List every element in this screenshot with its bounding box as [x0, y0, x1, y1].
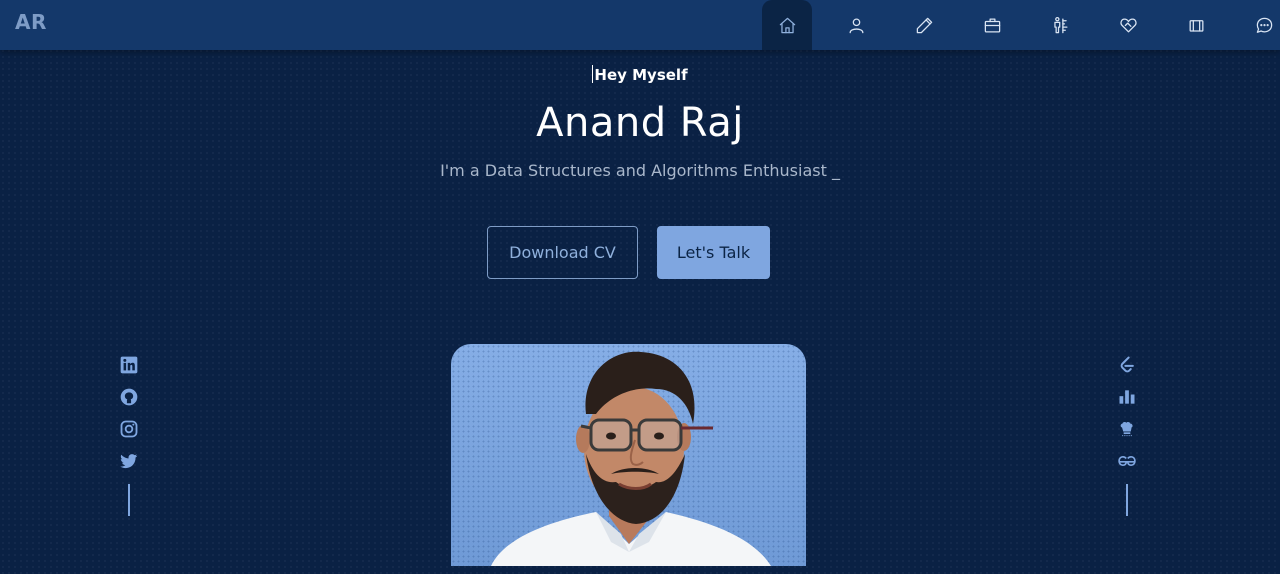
geeksforgeeks-icon[interactable] — [1116, 450, 1138, 472]
pencil-icon — [916, 17, 932, 33]
nav-item-experience[interactable] — [967, 0, 1017, 50]
nav-item-achievements[interactable] — [1035, 0, 1085, 50]
lets-talk-button[interactable]: Let's Talk — [657, 226, 770, 279]
social-divider-line — [128, 484, 130, 516]
twitter-icon[interactable] — [118, 450, 140, 472]
person-chart-icon — [1053, 16, 1067, 33]
linkedin-icon[interactable] — [118, 354, 140, 376]
hero-role: I'm a Data Structures and Algorithms Ent… — [440, 161, 840, 180]
logo[interactable]: AR — [15, 10, 47, 34]
nav-item-skills[interactable] — [899, 0, 949, 50]
profile-photo-card — [451, 344, 806, 566]
codechef-bars-icon[interactable] — [1116, 386, 1138, 408]
social-links-left — [118, 354, 140, 516]
download-cv-button[interactable]: Download CV — [487, 226, 638, 279]
github-icon[interactable] — [118, 386, 140, 408]
nav-item-portfolio[interactable] — [1171, 0, 1221, 50]
nav-item-contact[interactable] — [1239, 0, 1280, 50]
greeting-text: Hey Myself — [594, 66, 688, 84]
hero-name: Anand Raj — [536, 100, 744, 146]
navbar: AR — [0, 0, 1280, 50]
social-links-right — [1116, 354, 1138, 516]
chat-icon — [1256, 17, 1272, 33]
folder-icon — [1189, 19, 1203, 32]
briefcase-icon — [984, 18, 1000, 32]
leetcode-icon[interactable] — [1116, 354, 1138, 376]
social-divider-line — [1126, 484, 1128, 516]
heart-handshake-icon — [1119, 18, 1137, 32]
nav-item-about[interactable] — [831, 0, 881, 50]
instagram-icon[interactable] — [118, 418, 140, 440]
nav-item-home[interactable] — [762, 0, 812, 50]
home-icon — [779, 17, 795, 33]
profile-photo — [491, 351, 771, 566]
hero-greeting: Hey Myself — [0, 65, 1280, 84]
user-icon — [849, 18, 863, 33]
nav-item-services[interactable] — [1103, 0, 1153, 50]
codechef-chef-icon[interactable] — [1116, 418, 1138, 440]
